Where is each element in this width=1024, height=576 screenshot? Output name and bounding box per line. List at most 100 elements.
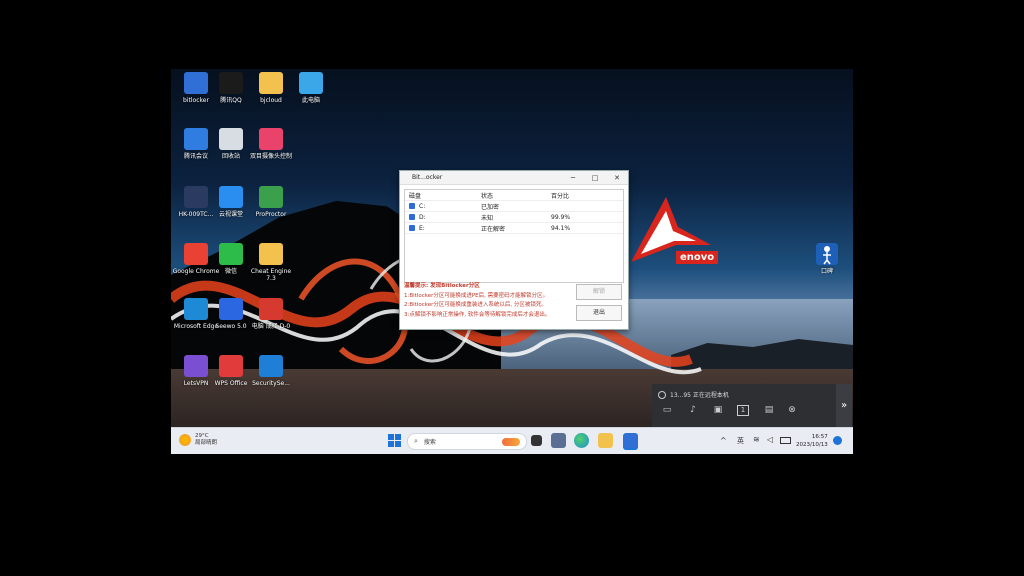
folder-transfer-icon[interactable]: ▤ — [762, 404, 776, 416]
battery-icon[interactable] — [780, 437, 791, 444]
drive-percent: 94.1% — [551, 224, 571, 232]
desktop-icon[interactable]: 电脑 成择 D-0 — [246, 298, 296, 330]
desktop-icon-label: 此电脑 — [301, 97, 320, 104]
tray-chevron-icon[interactable]: ^ — [720, 436, 727, 445]
drive-list: 磁盘 状态 百分比 C: 已加密 D: 未知 99.9% E: 正在解密 94.… — [404, 189, 624, 283]
notification-badge[interactable] — [833, 436, 842, 445]
remote-control-panel: 13...95 正在远程本机 ▭ ♪ ▣ 1 ▤ ⊗ » — [652, 384, 852, 427]
tip-line: 1:Bitlocker分区可能换成进PE后, 需要密码才能解锁分区。 — [404, 292, 549, 299]
minimize-button[interactable]: ─ — [562, 174, 584, 182]
volume-icon[interactable]: ◁ — [767, 435, 773, 444]
bitlocker-window: Bit...ocker ─ □ ✕ 磁盘 状态 百分比 C: 已加密 D: 未知… — [399, 170, 629, 330]
weather-icon — [179, 434, 191, 446]
checkbox[interactable] — [409, 203, 415, 209]
expand-icon: » — [840, 400, 848, 411]
desktop-icon-label: 双目摄像头控制 — [249, 153, 292, 160]
lenovo-arrow-logo: enovo — [626, 197, 721, 267]
drive-status: 已加密 — [481, 203, 500, 211]
wechat-icon — [219, 243, 243, 265]
tips-block: 温馨提示: 发现Bitlocker分区 1:Bitlocker分区可能换成进PE… — [404, 282, 574, 320]
clock-time: 16:57 — [811, 434, 828, 440]
gear-icon — [259, 355, 283, 377]
weather-temp: 29°C — [195, 433, 209, 439]
screen-share-icon[interactable]: ▣ — [711, 404, 725, 416]
search-placeholder: 搜索 — [423, 439, 436, 446]
letsvpn-icon — [184, 355, 208, 377]
drive-row[interactable]: C: 已加密 — [405, 201, 623, 212]
window-title: Bit...ocker — [412, 174, 443, 181]
camera-app-icon — [259, 128, 283, 150]
checkbox[interactable] — [409, 214, 415, 220]
drive-status: 正在解密 — [481, 225, 506, 233]
proproctor-icon — [259, 186, 283, 208]
edge-taskbar-icon[interactable] — [574, 433, 589, 448]
drive-letter: C: — [419, 202, 426, 210]
app-taskbar-icon[interactable] — [551, 433, 566, 448]
tencent-meeting-icon — [184, 128, 208, 150]
unlock-button[interactable]: 解锁 — [576, 284, 622, 300]
desktop-icon[interactable]: SecuritySe... — [246, 355, 296, 387]
clock[interactable]: 16:57 2023/10/13 — [796, 433, 828, 449]
bitlocker-taskbar-icon[interactable] — [623, 433, 638, 450]
drive-letter: D: — [419, 213, 426, 221]
desktop-icon-label: ProProctor — [255, 211, 287, 218]
task-view-icon[interactable] — [531, 435, 542, 446]
wifi-icon[interactable]: ≋ — [753, 435, 760, 444]
start-button[interactable] — [387, 433, 402, 448]
weather-widget[interactable]: 29°C 局部晴朗 — [179, 433, 217, 447]
drive-status: 未知 — [481, 214, 494, 222]
checkbox[interactable] — [409, 225, 415, 231]
expand-button[interactable]: » — [836, 384, 852, 427]
search-highlight-icon — [502, 437, 520, 446]
desktop-icon-label: 电脑 成择 D-0 — [251, 323, 291, 330]
number-1-icon[interactable]: 1 — [737, 405, 749, 416]
weather-desc: 局部晴朗 — [195, 440, 218, 446]
wps-writer-icon — [219, 298, 243, 320]
folder-icon — [259, 72, 283, 94]
desktop-icon[interactable]: 此电脑 — [286, 72, 336, 104]
desktop-icon-right[interactable]: 口碑 — [802, 243, 852, 275]
drive-letter: E: — [419, 224, 425, 232]
user-icon — [658, 390, 666, 399]
clock-date: 2023/10/13 — [796, 442, 828, 448]
figure-icon — [816, 243, 838, 265]
recycle-bin-icon — [219, 128, 243, 150]
desktop-icon-label: SecuritySe... — [252, 380, 290, 387]
window-titlebar[interactable]: Bit...ocker ─ □ ✕ — [400, 171, 628, 185]
search-box[interactable]: ⌕ 搜索 — [407, 433, 527, 450]
edge-icon — [184, 298, 208, 320]
drive-row[interactable]: D: 未知 99.9% — [405, 212, 623, 223]
cat-app-icon — [184, 186, 208, 208]
search-icon: ⌕ — [414, 437, 418, 445]
folder-icon — [259, 243, 283, 265]
desktop-icon-label: Cheat Engine 7.3 — [250, 268, 292, 282]
chat-icon[interactable]: ▭ — [660, 404, 674, 416]
desktop-icon[interactable]: 双目摄像头控制 — [246, 128, 296, 160]
lenovo-logo-text: enovo — [676, 251, 719, 264]
bitlocker-icon — [184, 72, 208, 94]
tip-line: 2:Bitlocker分区可能换成重装进入系统以后, 分区被锁死。 — [404, 302, 547, 308]
list-header: 磁盘 状态 百分比 — [405, 190, 623, 201]
column-header-drive[interactable]: 磁盘 — [405, 191, 481, 200]
file-explorer-icon[interactable] — [598, 433, 613, 448]
close-circle-icon[interactable]: ⊗ — [785, 404, 799, 416]
tip-line: 3:点解锁不影响正常操作, 软件会等待解锁完成后才会退出。 — [404, 311, 551, 318]
drive-percent: 99.9% — [551, 213, 571, 221]
desktop-icon[interactable]: ProProctor — [246, 186, 296, 218]
desktop-icon[interactable]: Cheat Engine 7.3 — [246, 243, 296, 282]
computer-icon — [299, 72, 323, 94]
wps-icon — [219, 355, 243, 377]
ime-indicator[interactable]: 英 — [737, 436, 744, 446]
taskbar: 29°C 局部晴朗 ⌕ 搜索 ^ 英 ≋ ◁ 16:57 2023/10/13 — [171, 427, 853, 454]
microphone-icon[interactable]: ♪ — [686, 404, 700, 416]
windows-icon — [388, 434, 401, 447]
exit-button[interactable]: 退出 — [576, 305, 622, 321]
remote-status-text: 13...95 正在远程本机 — [670, 392, 729, 399]
column-header-status[interactable]: 状态 — [481, 191, 551, 200]
tips-title: 温馨提示: 发现Bitlocker分区 — [404, 283, 480, 289]
maximize-button[interactable]: □ — [584, 174, 606, 182]
column-header-percent[interactable]: 百分比 — [551, 191, 611, 200]
close-button[interactable]: ✕ — [606, 174, 628, 182]
drive-row[interactable]: E: 正在解密 94.1% — [405, 223, 623, 234]
remote-status: 13...95 正在远程本机 — [658, 390, 729, 399]
